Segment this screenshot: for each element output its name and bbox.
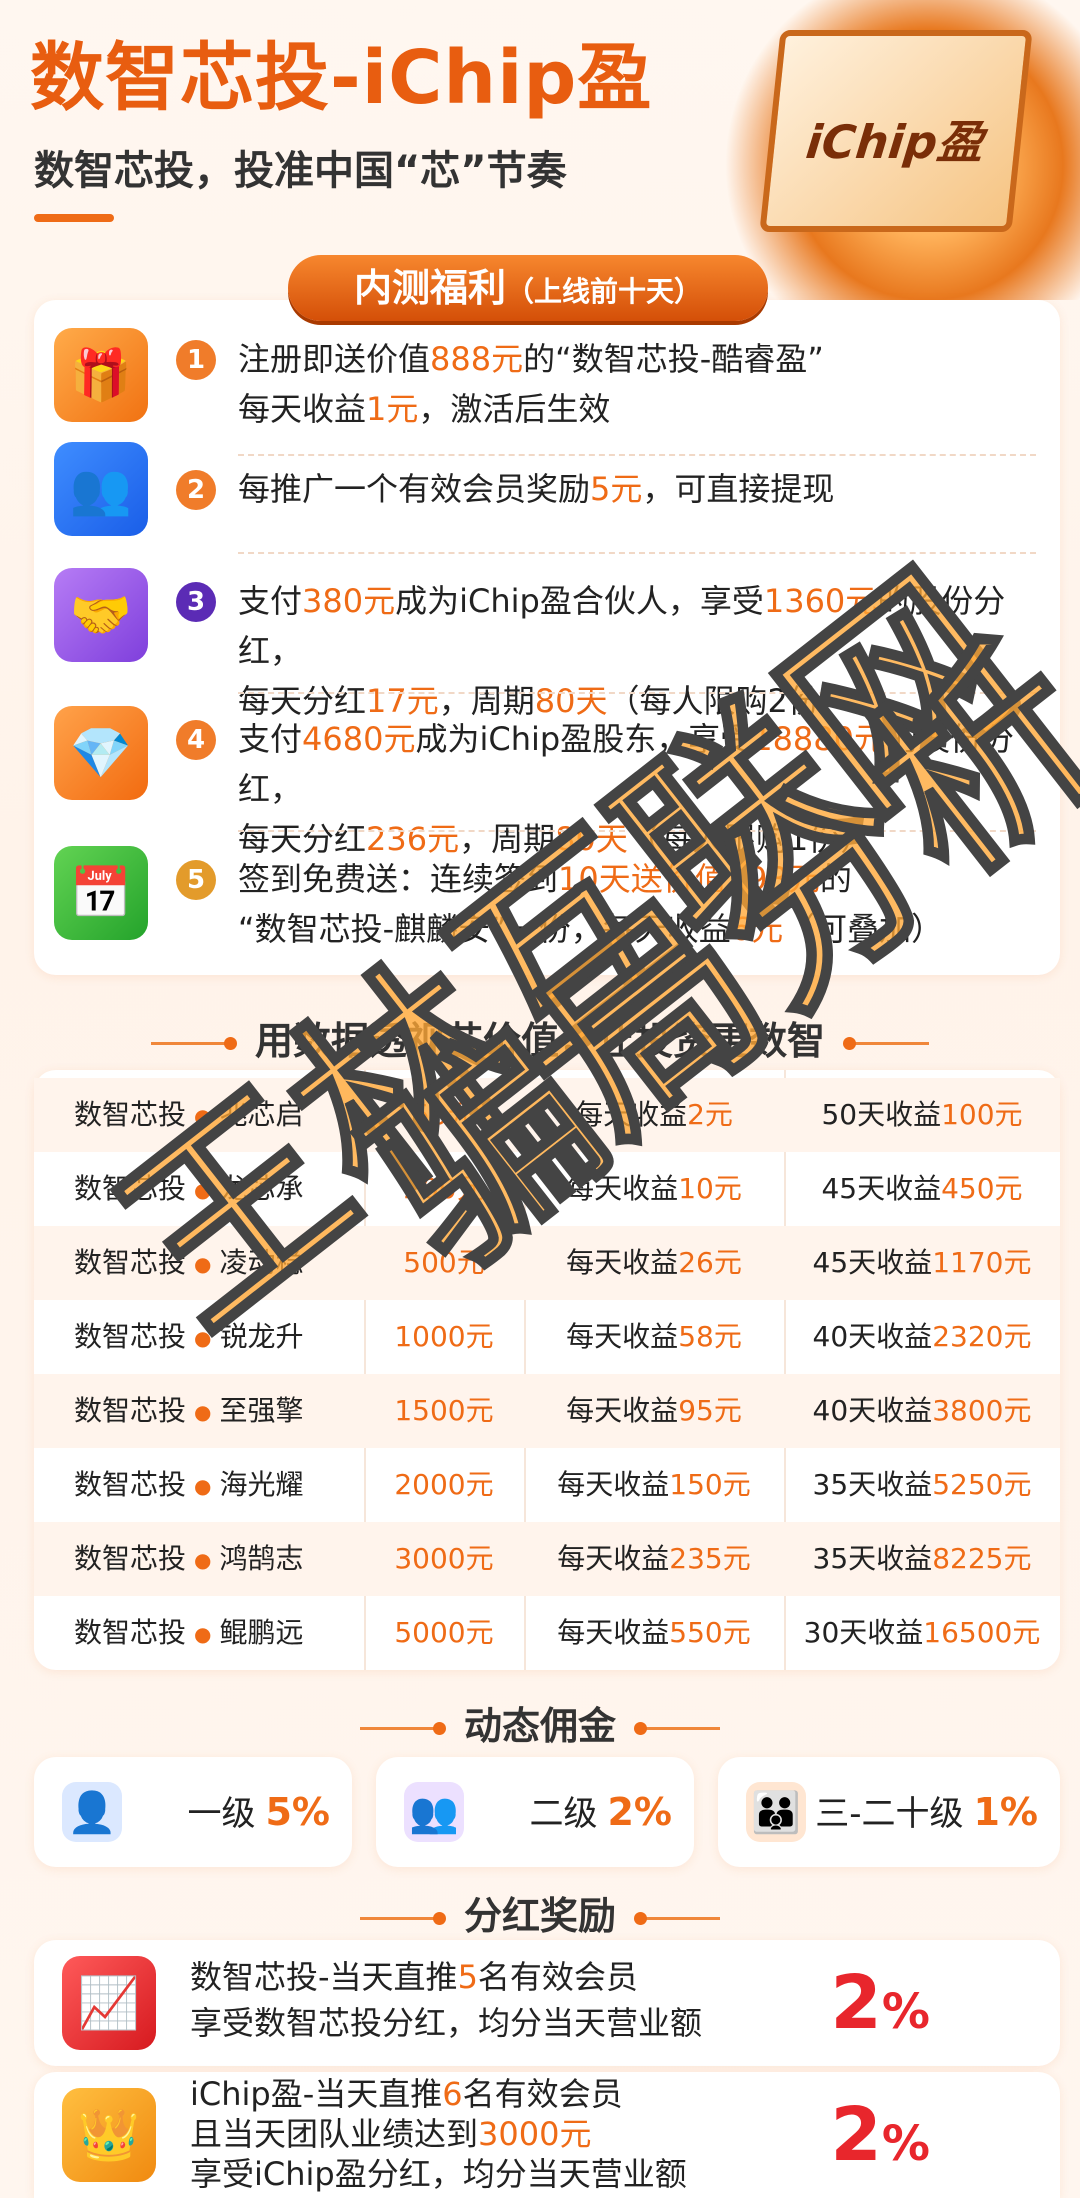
product-daily-income: 每天收益550元	[557, 1616, 751, 1649]
product-price: 1500元	[394, 1394, 494, 1427]
table-row: 数智芯投 ● 凌动稳 500元 每天收益26元 45天收益1170元	[34, 1226, 1060, 1300]
product-price: 2000元	[394, 1468, 494, 1501]
dividend-percent: 2%	[830, 1960, 930, 2046]
diamond-icon: 💎	[54, 706, 148, 800]
product-daily-income: 每天收益10元	[566, 1172, 742, 1205]
product-daily-income: 每天收益95元	[566, 1394, 742, 1427]
product-total-income: 45天收益1170元	[812, 1246, 1032, 1279]
product-name: 数智芯投 ● 兆芯启	[74, 1098, 304, 1131]
product-price: 200元	[403, 1172, 485, 1205]
title-underline	[34, 214, 114, 222]
product-total-income: 50天收益100元	[821, 1098, 1023, 1131]
table-row: 数智芯投 ● 海光耀 2000元 每天收益150元 35天收益5250元	[34, 1448, 1060, 1522]
partner-icon: 🤝	[54, 568, 148, 662]
gift-icon: 🎁	[54, 328, 148, 422]
commission-level: 三-二十级	[815, 1794, 964, 1834]
product-daily-income: 每天收益2元	[575, 1098, 733, 1131]
section-heading-dividend: 分红奖励	[0, 1885, 1080, 1940]
product-daily-income: 每天收益26元	[566, 1246, 742, 1279]
commission-level-2: 👥 二级 2%	[376, 1757, 694, 1867]
perk-number: 5	[176, 860, 216, 900]
section-heading-table: 用数据透视芯价值，让投资更数智	[0, 1010, 1080, 1065]
internal-test-ribbon: 内测福利（上线前十天）	[288, 255, 768, 321]
commission-level-1: 👤 一级 5%	[34, 1757, 352, 1867]
perk-number: 3	[176, 582, 216, 622]
product-total-income: 35天收益5250元	[812, 1468, 1032, 1501]
dividend-percent: 2%	[830, 2092, 930, 2178]
product-price: 500元	[403, 1246, 485, 1279]
product-price: 3000元	[394, 1542, 494, 1575]
page-title: 数智芯投-iChip盈	[30, 35, 653, 121]
product-price: 50元	[412, 1098, 476, 1131]
commission-level: 二级	[529, 1794, 598, 1834]
product-total-income: 40天收益3800元	[812, 1394, 1032, 1427]
perk-text: 注册即送价值888元的“数智芯投-酷睿盈” 每天收益1元，激活后生效	[238, 340, 824, 428]
users-icon: 👥	[404, 1782, 464, 1842]
product-price: 5000元	[394, 1616, 494, 1649]
product-name: 数智芯投 ● 凌动稳	[74, 1246, 304, 1279]
dividend-item: 📈 数智芯投-当天直推5名有效会员 享受数智芯投分红，均分当天营业额 2%	[34, 1940, 1060, 2066]
product-daily-income: 每天收益58元	[566, 1320, 742, 1353]
chip-icon: iChip盈	[759, 30, 1033, 232]
dividend-text: 数智芯投-当天直推5名有效会员 享受数智芯投分红，均分当天营业额	[190, 1958, 703, 2042]
perk-number: 4	[176, 720, 216, 760]
product-total-income: 40天收益2320元	[812, 1320, 1032, 1353]
section-heading-commission: 动态佣金	[0, 1695, 1080, 1750]
user-icon: 👤	[62, 1782, 122, 1842]
table-row: 数智芯投 ● 鸿鹄志 3000元 每天收益235元 35天收益8225元	[34, 1522, 1060, 1596]
commission-percent: 1%	[973, 1790, 1038, 1834]
product-name: 数智芯投 ● 至强擎	[74, 1394, 304, 1427]
table-row: 数智芯投 ● 兆芯启 50元 每天收益2元 50天收益100元	[34, 1078, 1060, 1152]
perk-item: 💎 4 支付4680元成为iChip盈股东，享受18880元的股份分红， 每天分…	[34, 700, 1060, 858]
perk-number: 2	[176, 470, 216, 510]
table-row: 数智芯投 ● 至强擎 1500元 每天收益95元 40天收益3800元	[34, 1374, 1060, 1448]
product-name: 数智芯投 ● 锐龙升	[74, 1320, 304, 1353]
table-row: 数智芯投 ● 鲲鹏远 5000元 每天收益550元 30天收益16500元	[34, 1596, 1060, 1670]
product-name: 数智芯投 ● 海光耀	[74, 1468, 304, 1501]
growth-chart-icon: 📈	[62, 1956, 156, 2050]
perks-card: 🎁 1 注册即送价值888元的“数智芯投-酷睿盈” 每天收益1元，激活后生效 👥…	[34, 300, 1060, 975]
users-icon: 👥	[54, 442, 148, 536]
page-subtitle: 数智芯投，投准中国“芯”节奏	[34, 148, 567, 194]
perk-item: 📅 5 签到免费送：连续签到10天送价值198元的 “数智芯投-麒麟安”一份，每…	[34, 840, 1060, 960]
product-daily-income: 每天收益235元	[557, 1542, 751, 1575]
commission-level: 一级	[187, 1794, 256, 1834]
product-price: 1000元	[394, 1320, 494, 1353]
perk-number: 1	[176, 340, 216, 380]
perk-item: 👥 2 每推广一个有效会员奖励5元，可直接提现	[34, 440, 1060, 554]
dividend-text: iChip盈-当天直推6名有效会员 且当天团队业绩达到3000元 享受iChip…	[190, 2075, 687, 2193]
crown-icon: 👑	[62, 2088, 156, 2182]
product-total-income: 30天收益16500元	[803, 1616, 1041, 1649]
product-total-income: 35天收益8225元	[812, 1542, 1032, 1575]
product-name: 数智芯投 ● 鸿鹄志	[74, 1542, 304, 1575]
dividend-item: 👑 iChip盈-当天直推6名有效会员 且当天团队业绩达到3000元 享受iCh…	[34, 2072, 1060, 2198]
perk-item: 🎁 1 注册即送价值888元的“数智芯投-酷睿盈” 每天收益1元，激活后生效	[34, 320, 1060, 456]
chip-label: iChip盈	[803, 115, 987, 169]
chip-illustration: iChip盈	[700, 0, 1080, 300]
perk-item: 🤝 3 支付380元成为iChip盈合伙人，享受1360元的股份分红， 每天分红…	[34, 562, 1060, 720]
product-name: 数智芯投 ● 鲲鹏远	[74, 1616, 304, 1649]
product-name: 数智芯投 ● 龙芯承	[74, 1172, 304, 1205]
group-icon: 👪	[746, 1782, 806, 1842]
commission-level-3: 👪 三-二十级 1%	[718, 1757, 1060, 1867]
commission-percent: 2%	[607, 1790, 672, 1834]
perk-text: 每推广一个有效会员奖励5元，可直接提现	[238, 470, 835, 508]
table-row: 数智芯投 ● 锐龙升 1000元 每天收益58元 40天收益2320元	[34, 1300, 1060, 1374]
table-row: 数智芯投 ● 龙芯承 200元 每天收益10元 45天收益450元	[34, 1152, 1060, 1226]
commission-percent: 5%	[265, 1790, 330, 1834]
product-total-income: 45天收益450元	[821, 1172, 1023, 1205]
calendar-check-icon: 📅	[54, 846, 148, 940]
perk-text: 签到免费送：连续签到10天送价值198元的 “数智芯投-麒麟安”一份，每天收益6…	[238, 860, 944, 948]
product-daily-income: 每天收益150元	[557, 1468, 751, 1501]
